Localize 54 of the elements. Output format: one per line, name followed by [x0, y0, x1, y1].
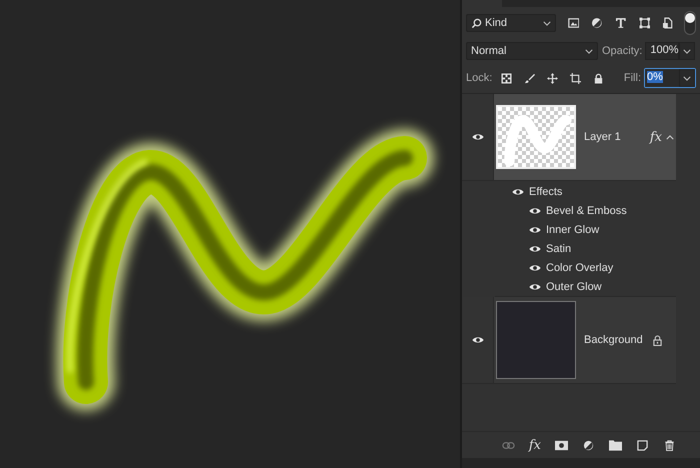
mask-icon[interactable] [555, 440, 568, 450]
kind-filter-dropdown[interactable]: Kind [466, 14, 556, 32]
eye-icon[interactable] [529, 244, 541, 252]
filter-toggle[interactable] [684, 11, 696, 35]
caret-icon[interactable] [666, 134, 674, 140]
eye-icon[interactable] [472, 336, 484, 344]
chevron-icon [683, 76, 691, 80]
brush-icon[interactable] [524, 72, 536, 84]
chevron-icon [585, 48, 593, 54]
eye-icon[interactable] [512, 188, 524, 196]
adjustment-filter-icon[interactable] [591, 17, 603, 29]
opacity-dropdown-button[interactable] [679, 42, 696, 60]
eye-icon[interactable] [472, 133, 484, 141]
effect-name: Satin [546, 242, 572, 254]
chevron-icon [683, 48, 692, 54]
opacity-field[interactable]: 100% [645, 42, 680, 60]
layer-name: Background [584, 334, 644, 346]
smart-object-filter-icon[interactable] [662, 17, 674, 29]
new-layer-icon[interactable] [636, 440, 649, 450]
effect-name: Inner Glow [546, 224, 600, 236]
eye-icon[interactable] [529, 264, 541, 272]
opacity-label: Opacity: [602, 45, 642, 57]
trash-icon[interactable] [663, 440, 676, 450]
layer-row[interactable]: Layer 1 fx [494, 94, 676, 180]
effect-name: Color Overlay [546, 262, 614, 274]
layer-row[interactable]: Background [494, 297, 676, 383]
effect-name: Bevel & Emboss [546, 204, 627, 216]
fx-label: fx [650, 130, 662, 144]
lock-transparent-pixels-icon[interactable] [501, 72, 512, 84]
layer-name: Layer 1 [584, 131, 622, 143]
fill-field[interactable]: 0% [644, 68, 696, 88]
lock-icon[interactable] [593, 72, 604, 84]
effect-name: Outer Glow [546, 280, 602, 292]
eye-icon[interactable] [529, 282, 541, 290]
adjustment-layer-icon[interactable] [582, 440, 595, 450]
type-filter-icon[interactable] [615, 17, 627, 29]
link-icon[interactable] [502, 440, 515, 450]
folder-icon[interactable] [609, 440, 622, 450]
effects-label: Effects [529, 186, 562, 198]
search-icon [471, 18, 482, 28]
fill-label: Fill: [624, 72, 641, 84]
blend-mode-dropdown[interactable]: Normal [466, 42, 598, 60]
lock-label: Lock: [466, 72, 492, 84]
eye-icon[interactable] [529, 206, 541, 214]
filter-label: Kind [485, 17, 508, 29]
blend-mode-label: Normal [471, 45, 508, 57]
chevron-icon [542, 20, 551, 26]
move-icon[interactable] [547, 72, 558, 84]
crop-icon[interactable] [570, 72, 582, 84]
shape-filter-icon[interactable] [638, 17, 650, 29]
eye-icon[interactable] [529, 226, 541, 234]
add-style-button[interactable]: fx [528, 438, 541, 452]
fill-dropdown-button[interactable] [679, 69, 695, 87]
image-filter-icon[interactable] [568, 17, 580, 29]
